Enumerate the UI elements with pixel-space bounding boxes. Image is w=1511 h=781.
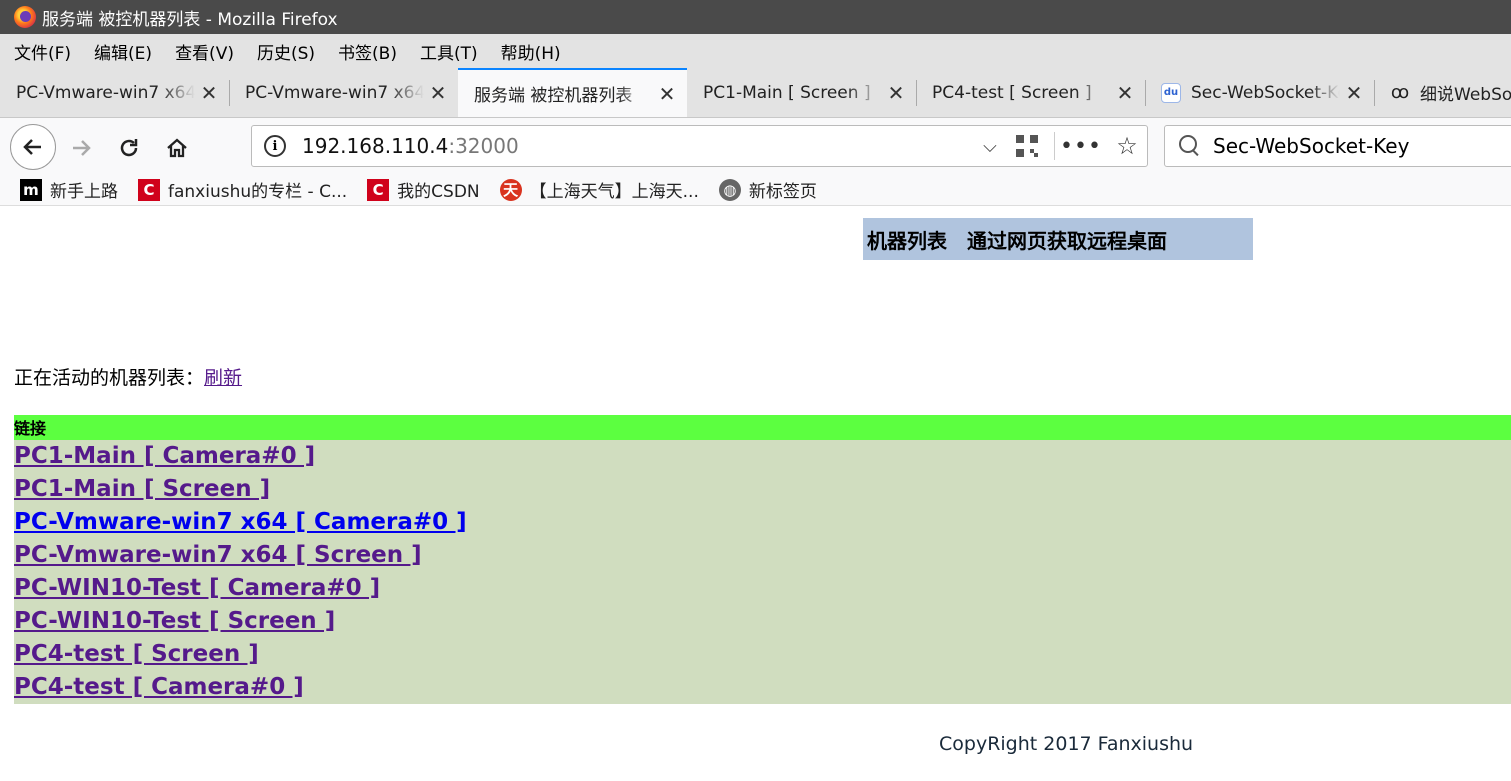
window-title: 服务端 被控机器列表 - Mozilla Firefox (42, 9, 338, 30)
close-icon[interactable]: ✕ (199, 81, 219, 105)
menu-view[interactable]: 查看(V) (175, 39, 234, 64)
globe-icon: ◍ (718, 178, 741, 201)
search-icon (1179, 135, 1201, 157)
menu-help[interactable]: 帮助(H) (501, 39, 561, 64)
star-icon[interactable]: ☆ (1107, 132, 1147, 160)
reload-icon (120, 139, 138, 157)
machine-link-win10-camera[interactable]: PC-WIN10-Test [ Camera#0 ] (14, 572, 1511, 605)
close-icon[interactable]: ✕ (1344, 81, 1364, 105)
page-content: 机器列表 通过网页获取远程桌面 正在活动的机器列表：刷新 链接 PC1-Main… (0, 207, 1511, 781)
tab-label: PC-Vmware-win7 x64 [ Screen ] (245, 82, 424, 103)
back-button[interactable] (10, 124, 56, 170)
firefox-logo-icon (14, 6, 36, 28)
search-bar[interactable]: Sec-WebSocket-Key (1164, 125, 1511, 167)
url-port: :32000 (448, 134, 519, 158)
active-machines-label: 正在活动的机器列表：刷新 (14, 363, 242, 390)
mozilla-icon: m (20, 178, 42, 201)
tab-label: 服务端 被控机器列表 (474, 86, 633, 106)
close-icon[interactable]: ✕ (886, 81, 906, 105)
tab-label: 细说WebSocket (1420, 85, 1511, 105)
tab-pc1-screen[interactable]: PC1-Main [ Screen ] ✕ (687, 68, 916, 117)
close-icon[interactable]: ✕ (428, 81, 448, 105)
bookmark-label: 新标签页 (748, 182, 817, 202)
reload-button[interactable] (112, 131, 146, 165)
arrow-left-icon (23, 139, 41, 155)
machine-link-vmware-screen[interactable]: PC-Vmware-win7 x64 [ Screen ] (14, 539, 1511, 572)
machine-link-vmware-camera[interactable]: PC-Vmware-win7 x64 [ Camera#0 ] (14, 506, 1511, 539)
close-icon[interactable]: ✕ (657, 82, 677, 106)
machine-link-pc1-screen[interactable]: PC1-Main [ Screen ] (14, 473, 1511, 506)
tab-websocket-article[interactable]: ꝏ 细说WebSocket (1374, 68, 1511, 117)
url-bar[interactable]: i 192.168.110.4:32000 ⌵ ••• ☆ (251, 125, 1148, 167)
tab-label: PC1-Main [ Screen ] (703, 82, 871, 103)
copyright-text: CopyRight 2017 Fanxiushu (939, 733, 1194, 755)
tab-vmware-camera[interactable]: PC-Vmware-win7 x64 [ Camera#0 ] ✕ (0, 68, 229, 117)
more-actions-icon[interactable]: ••• (1055, 134, 1107, 159)
menu-file[interactable]: 文件(F) (14, 39, 71, 64)
tab-pc4-screen[interactable]: PC4-test [ Screen ] ✕ (916, 68, 1145, 117)
url-host: 192.168.110.4 (302, 134, 449, 158)
tab-label: PC-Vmware-win7 x64 [ Camera#0 ] (16, 82, 195, 103)
page-title: 机器列表 通过网页获取远程桌面 (863, 218, 1253, 260)
machine-link-win10-screen[interactable]: PC-WIN10-Test [ Screen ] (14, 605, 1511, 638)
table-header: 链接 (14, 415, 1511, 440)
menu-history[interactable]: 历史(S) (257, 39, 315, 64)
machine-table: 链接 PC1-Main [ Camera#0 ] PC1-Main [ Scre… (14, 415, 1511, 704)
bookmark-label: 新手上路 (50, 182, 118, 202)
menu-bar: 文件(F) 编辑(E) 查看(V) 历史(S) 书签(B) 工具(T) 帮助(H… (0, 34, 1511, 68)
bookmark-fanxiushu-blog[interactable]: C fanxiushu的专栏 - C... (138, 177, 347, 202)
home-button[interactable] (160, 131, 194, 165)
refresh-link[interactable]: 刷新 (204, 367, 242, 389)
bookmarks-toolbar: m 新手上路 C fanxiushu的专栏 - C... C 我的CSDN 天 … (0, 174, 1511, 206)
home-icon (167, 138, 187, 158)
ribbon-icon: ꝏ (1390, 82, 1410, 103)
tab-strip: PC-Vmware-win7 x64 [ Camera#0 ] ✕ PC-Vmw… (0, 68, 1511, 118)
machine-link-pc4-camera[interactable]: PC4-test [ Camera#0 ] (14, 671, 1511, 704)
tab-sec-websocket[interactable]: du Sec-WebSocket-Key ✕ (1145, 68, 1374, 117)
search-input[interactable]: Sec-WebSocket-Key (1213, 134, 1409, 158)
bookmark-label: fanxiushu的专栏 - C... (168, 182, 348, 202)
menu-tools[interactable]: 工具(T) (420, 39, 478, 64)
info-icon[interactable]: i (264, 135, 286, 157)
bookmark-shanghai-weather[interactable]: 天 【上海天气】上海天... (499, 177, 699, 202)
bookmark-label: 我的CSDN (397, 182, 480, 202)
bookmark-getting-started[interactable]: m 新手上路 (20, 177, 118, 202)
window-titlebar: 服务端 被控机器列表 - Mozilla Firefox (0, 0, 1511, 34)
tab-vmware-screen[interactable]: PC-Vmware-win7 x64 [ Screen ] ✕ (229, 68, 458, 117)
active-machines-text: 正在活动的机器列表： (14, 367, 205, 389)
csdn-icon: C (367, 178, 390, 201)
tab-machine-list[interactable]: 服务端 被控机器列表 ✕ (458, 68, 687, 117)
bookmark-label: 【上海天气】上海天... (529, 182, 699, 202)
qr-code-icon[interactable] (1016, 135, 1038, 157)
bookmark-new-tab[interactable]: ◍ 新标签页 (718, 177, 817, 202)
machine-link-pc4-screen[interactable]: PC4-test [ Screen ] (14, 638, 1511, 671)
close-icon[interactable]: ✕ (1115, 81, 1135, 105)
tab-label: PC4-test [ Screen ] (932, 82, 1092, 103)
bookmark-my-csdn[interactable]: C 我的CSDN (367, 177, 480, 202)
forward-button[interactable] (64, 131, 98, 165)
tab-label: Sec-WebSocket-Key (1191, 82, 1340, 103)
weather-icon: 天 (499, 178, 522, 201)
menu-edit[interactable]: 编辑(E) (94, 39, 152, 64)
arrow-right-icon (73, 140, 91, 156)
machine-link-pc1-camera[interactable]: PC1-Main [ Camera#0 ] (14, 440, 1511, 473)
csdn-icon: C (138, 178, 160, 201)
nav-toolbar: i 192.168.110.4:32000 ⌵ ••• ☆ Sec-WebSoc… (0, 118, 1511, 174)
chevron-down-icon[interactable]: ⌵ (970, 136, 1010, 157)
menu-bookmarks[interactable]: 书签(B) (338, 39, 397, 64)
baidu-icon: du (1161, 82, 1181, 103)
